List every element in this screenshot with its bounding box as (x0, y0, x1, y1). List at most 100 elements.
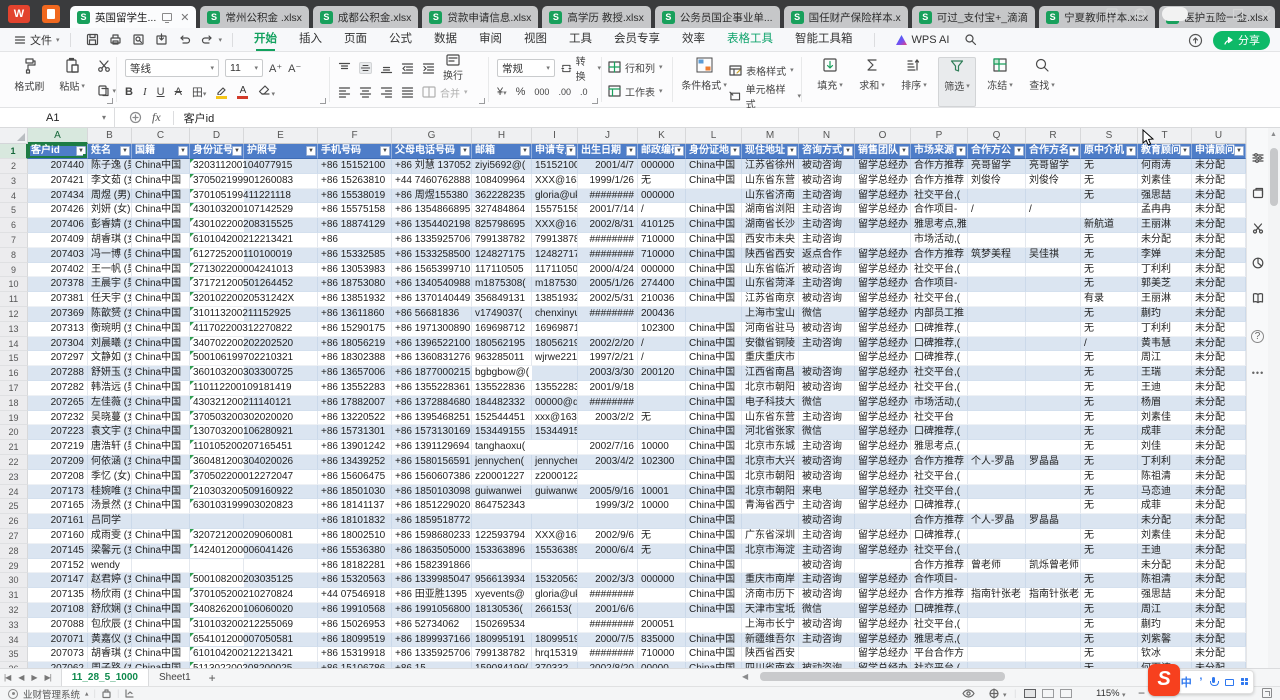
cell[interactable]: 无 (1081, 588, 1138, 603)
insert-function-icon[interactable] (129, 111, 142, 124)
name-box[interactable]: A1 ▾ (0, 108, 115, 128)
cell[interactable]: China中国 (132, 411, 190, 426)
cell[interactable]: +86 13053983 (318, 263, 392, 278)
cell[interactable]: 王迪 (1138, 544, 1192, 559)
filter-button[interactable]: ▼ (520, 146, 530, 156)
cut-button[interactable] (97, 59, 116, 76)
cell[interactable]: 无 (638, 544, 686, 559)
cell[interactable]: 207288 (28, 366, 88, 381)
share-button[interactable]: 分享 (1213, 31, 1270, 50)
cell[interactable]: 2000/6/4 (578, 544, 638, 559)
number-format-select[interactable]: 常规▾ (497, 59, 555, 77)
cell[interactable]: 个人-罗晶 (968, 455, 1026, 470)
header-cell-G[interactable]: 父母电话号码▼ (392, 144, 472, 159)
cell[interactable]: China中国 (686, 233, 742, 248)
cell[interactable]: 2002/2/20 (578, 337, 638, 352)
cell[interactable] (1026, 633, 1081, 648)
cell[interactable]: +86 1863505000 (392, 544, 472, 559)
cell[interactable]: wendy (88, 559, 132, 574)
cell[interactable]: 00000@qq( (532, 396, 578, 411)
cell[interactable]: 未分配 (1192, 573, 1246, 588)
cell[interactable]: 207282 (28, 381, 88, 396)
cell[interactable]: 000000 (638, 189, 686, 204)
cell[interactable]: 留学总经办 (855, 440, 911, 455)
cell[interactable]: +86 13220522 (318, 411, 392, 426)
cell[interactable]: +86 1354402198 (392, 218, 472, 233)
menu-tab-公式[interactable]: 公式 (389, 28, 412, 51)
cell[interactable]: China中国 (686, 425, 742, 440)
filter-button[interactable]: ▼ (76, 146, 86, 156)
cell[interactable]: +86 1360831276 (392, 351, 472, 366)
format-painter-button[interactable]: 格式刷 (8, 57, 51, 97)
cell[interactable]: China中国 (132, 233, 190, 248)
cell[interactable]: 未分配 (1192, 218, 1246, 233)
menu-tab-表格工具[interactable]: 表格工具 (727, 28, 773, 51)
cell[interactable]: 成菲 (1138, 425, 1192, 440)
cell[interactable]: 被动咨询 (799, 588, 855, 603)
cell[interactable]: China中国 (686, 411, 742, 426)
sogou-logo-icon[interactable]: S (1148, 664, 1180, 696)
cell[interactable]: 刘素佳 (1138, 174, 1192, 189)
cell[interactable] (686, 618, 742, 633)
cell[interactable]: China中国 (686, 633, 742, 648)
cell[interactable]: 未分配 (1192, 396, 1246, 411)
column-header-M[interactable]: M (742, 128, 799, 144)
cell[interactable]: 微信 (799, 396, 855, 411)
cell[interactable]: 合作方推荐 (911, 455, 968, 470)
cell[interactable]: ######## (578, 588, 638, 603)
cell[interactable]: 207440 (28, 159, 88, 174)
cell[interactable] (578, 514, 638, 529)
cell[interactable]: 117110505 (472, 263, 532, 278)
cell[interactable] (968, 292, 1026, 307)
document-tab[interactable]: S公务员国企事业单... (655, 6, 780, 28)
cell[interactable]: +86 1395468251 (392, 411, 472, 426)
cell[interactable]: 陕西省西安 (742, 647, 799, 662)
cell[interactable]: 周煜 (男) (88, 189, 132, 204)
menu-tab-效率[interactable]: 效率 (682, 28, 705, 51)
cell[interactable]: 无 (1081, 351, 1138, 366)
cell[interactable]: China中国 (132, 573, 190, 588)
globe-icon[interactable] (1134, 8, 1146, 20)
menu-tab-审阅[interactable]: 审阅 (479, 28, 502, 51)
cell[interactable]: 710000 (638, 248, 686, 263)
cell[interactable]: z20001227 (472, 470, 532, 485)
cell[interactable]: 110105200207165451 (190, 440, 244, 455)
cell[interactable]: 1999/1/26 (578, 174, 638, 189)
row-header-34[interactable]: 34 (0, 633, 28, 648)
increase-indent-icon[interactable] (422, 62, 435, 74)
ime-mic-icon[interactable] (1210, 677, 1217, 687)
cell[interactable]: +86 56681836 (392, 307, 472, 322)
cell[interactable]: 合作方推荐 (911, 174, 968, 189)
cell[interactable]: 无 (1081, 263, 1138, 278)
cell[interactable]: 210036 (638, 292, 686, 307)
cell[interactable]: China中国 (686, 647, 742, 662)
cell[interactable]: 北京市朝阳 (742, 485, 799, 500)
cell[interactable]: 留学总经办 (855, 411, 911, 426)
cell[interactable]: 北京市朝阳 (742, 470, 799, 485)
cell[interactable]: 310113200211152925 (190, 307, 244, 322)
cell[interactable]: xyevents@ (472, 588, 532, 603)
cell[interactable]: +86 13439252 (318, 455, 392, 470)
cell[interactable]: 留学总经办 (855, 322, 911, 337)
cell[interactable]: +86 1565399710 (392, 263, 472, 278)
cell[interactable]: 亮哥留学 (968, 159, 1026, 174)
upload-cloud-icon[interactable] (1188, 33, 1203, 48)
document-tab[interactable]: S英国留学生...✕ (70, 6, 196, 28)
filter-button[interactable]: ▼ (306, 146, 316, 156)
cell[interactable] (638, 588, 686, 603)
paste-button[interactable]: 粘贴▾ (51, 57, 94, 97)
cell[interactable]: 广东省深圳 (742, 529, 799, 544)
cell[interactable]: 207147 (28, 573, 88, 588)
cell[interactable] (1026, 189, 1081, 204)
cell[interactable]: 10000 (638, 499, 686, 514)
cell[interactable]: 黄韦慧 (1138, 337, 1192, 352)
ime-screen-icon[interactable] (1225, 679, 1234, 686)
cell[interactable]: 微信 (799, 425, 855, 440)
header-cell-A[interactable]: 客户id▼ (28, 144, 88, 159)
filter-button[interactable]: ▼ (1234, 146, 1244, 156)
cell[interactable]: gloria@uk( (532, 588, 578, 603)
add-sheet-button[interactable]: + (209, 671, 216, 685)
cell[interactable]: China中国 (686, 174, 742, 189)
cell[interactable]: 320721200209060081 (190, 529, 244, 544)
row-header-14[interactable]: 14 (0, 337, 28, 352)
